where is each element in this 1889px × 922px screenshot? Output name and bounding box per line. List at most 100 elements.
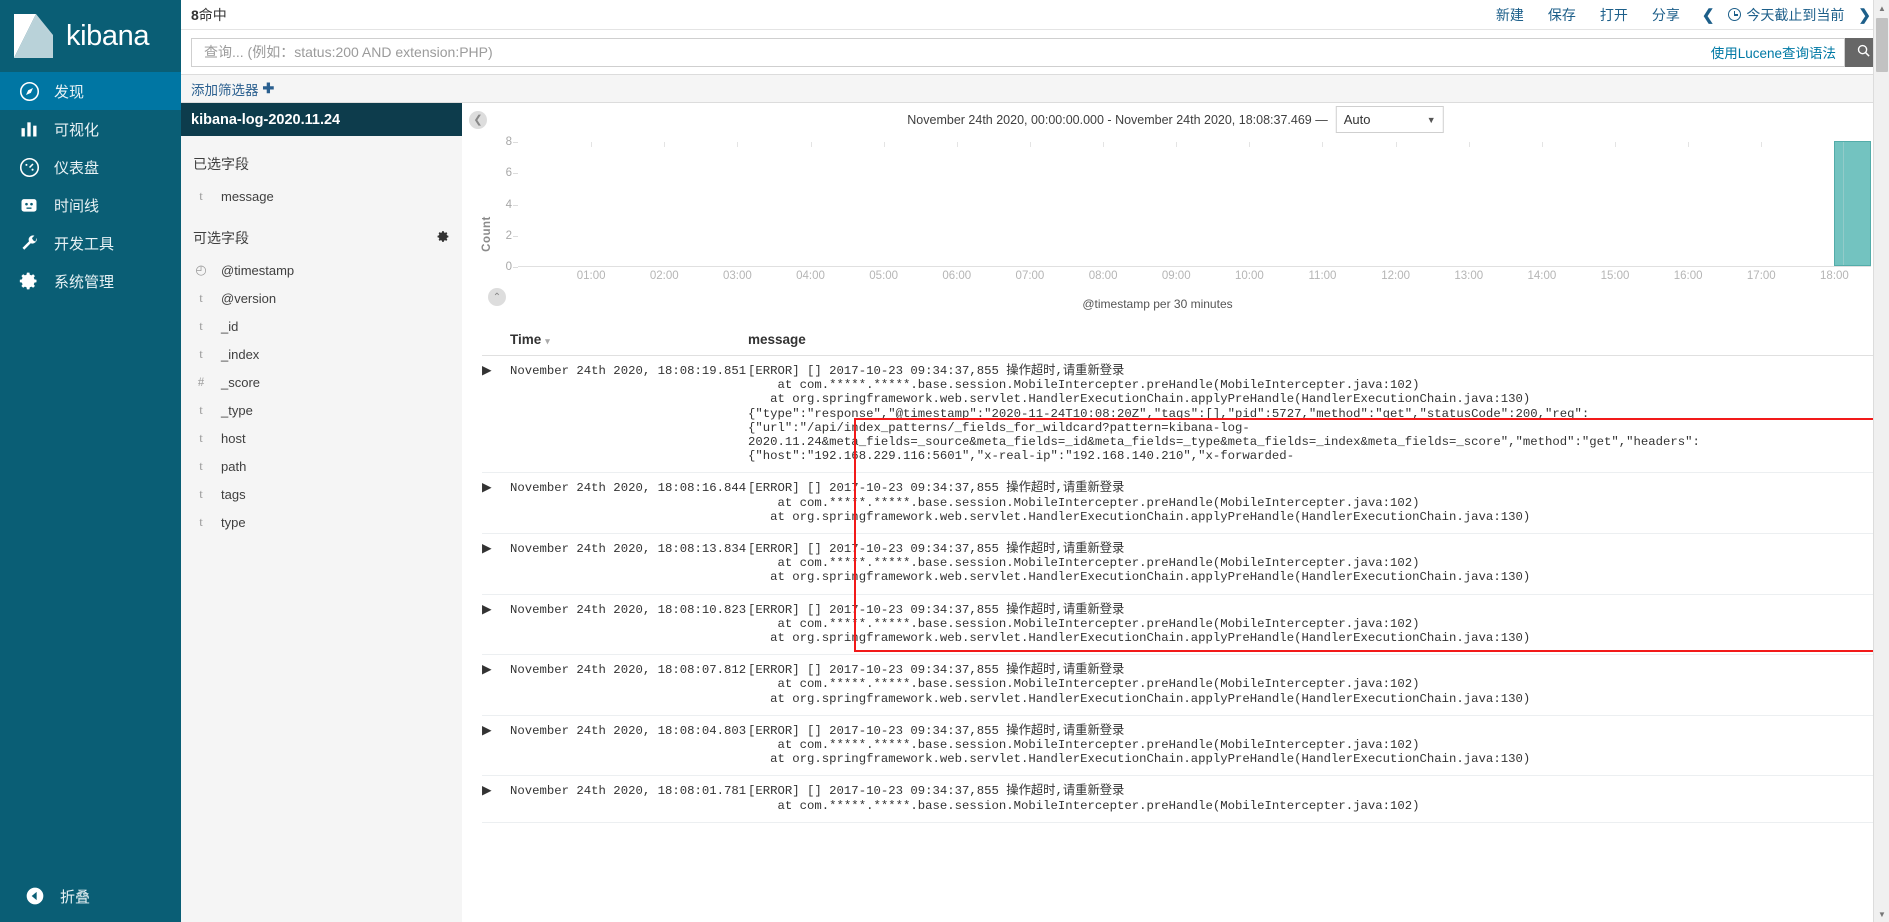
- time-range-label: November 24th 2020, 00:00:00.000 - Novem…: [907, 112, 1328, 127]
- add-filter-button[interactable]: 添加筛选器 ✚: [191, 79, 274, 99]
- field-name: path: [221, 458, 247, 474]
- histogram-chart[interactable]: Count 0 2 4 6 8 01:00 02:00 03:00 04:00 05:00 06:0…: [462, 136, 1889, 326]
- chart-plot[interactable]: 0 2 4 6 8 01:00 02:00 03:00 04:00 05:00 06:00 07:00…: [506, 136, 1871, 282]
- table-row[interactable]: ▶ November 24th 2020, 18:08:13.834 [ERROR]…: [482, 533, 1889, 595]
- x-axis-tickmark: [1029, 142, 1031, 147]
- sidebar-item-devtools[interactable]: 开发工具: [0, 224, 181, 262]
- x-axis-tickmark: [1615, 142, 1617, 147]
- message-line: at com.*****.*****.base.session.MobileIn…: [748, 738, 1420, 753]
- x-axis-tickmark: [1395, 142, 1397, 147]
- chevron-up-icon[interactable]: ⌃: [488, 288, 506, 306]
- field-sidebar: kibana-log-2020.11.24 已选字段 t message 可选字…: [181, 103, 462, 922]
- time-prev-button[interactable]: ❮: [1692, 6, 1725, 24]
- table-header-row: Time ▾ message: [482, 326, 1889, 356]
- x-axis-tick: 14:00: [1527, 270, 1557, 282]
- scrollbar-thumb[interactable]: [1876, 18, 1888, 72]
- chart-time-range: November 24th 2020, 00:00:00.000 - Novem…: [907, 106, 1444, 133]
- x-axis-tickmark: [1468, 142, 1470, 147]
- field-type-icon: t: [199, 346, 203, 361]
- field-item-version[interactable]: t @version: [193, 284, 450, 312]
- table-body: ▶ November 24th 2020, 18:08:19.851 [ERROR]…: [482, 355, 1889, 823]
- cell-message: [ERROR] [] 2017-10-23 09:34:37,855 操作超时,…: [748, 533, 1889, 595]
- sort-caret-icon[interactable]: ▾: [545, 336, 550, 346]
- table-row[interactable]: ▶ November 24th 2020, 18:08:16.844 [ERROR]…: [482, 472, 1889, 535]
- expand-row-button[interactable]: ▶: [482, 654, 510, 716]
- new-button[interactable]: 新建: [1484, 5, 1536, 25]
- chart-bar[interactable]: [1834, 141, 1871, 266]
- sidebar-nav: kibana 发现 可视化 仪表盘 时间线 开发工具 系统管理 折叠: [0, 0, 181, 922]
- field-item-id[interactable]: t _id: [193, 312, 450, 340]
- field-settings-gear-icon[interactable]: [437, 230, 450, 246]
- field-item-host[interactable]: t host: [193, 424, 450, 452]
- interval-select[interactable]: Auto ▼: [1335, 106, 1444, 133]
- table-row[interactable]: ▶ November 24th 2020, 18:08:01.781 [ERROR]…: [482, 775, 1889, 823]
- field-type-icon: t: [199, 514, 203, 529]
- message-line: at org.springframework.web.servlet.Handl…: [748, 752, 1531, 767]
- open-button[interactable]: 打开: [1588, 5, 1640, 25]
- sidebar-item-timeline[interactable]: 时间线: [0, 186, 181, 224]
- field-name: message: [221, 188, 274, 204]
- index-pattern-selector[interactable]: kibana-log-2020.11.24: [181, 103, 462, 136]
- field-item-message[interactable]: t message: [193, 182, 450, 210]
- table-row[interactable]: ▶ November 24th 2020, 18:08:19.851 [ERROR]…: [482, 355, 1889, 474]
- available-fields-title: 可选字段: [193, 210, 450, 256]
- table-row[interactable]: ▶ November 24th 2020, 18:08:04.803 [ERROR]…: [482, 715, 1889, 777]
- expand-row-button[interactable]: ▶: [482, 533, 510, 595]
- search-input[interactable]: [202, 43, 1711, 61]
- chevron-left-icon[interactable]: ❮: [469, 110, 487, 129]
- field-item-type[interactable]: t type: [193, 508, 450, 536]
- field-item-index[interactable]: t _index: [193, 340, 450, 368]
- message-line: [ERROR] [] 2017-10-23 09:34:37,855 操作超时,…: [748, 364, 1125, 378]
- field-name: _type: [221, 402, 253, 418]
- message-column-header[interactable]: message: [748, 326, 1889, 356]
- compass-icon: [18, 80, 40, 102]
- time-picker-button[interactable]: 今天截止到当前: [1724, 5, 1848, 25]
- field-item-path[interactable]: t path: [193, 452, 450, 480]
- time-column-header[interactable]: Time ▾: [510, 326, 748, 356]
- sidebar-item-discover[interactable]: 发现: [0, 72, 181, 110]
- x-axis-tick: 13:00: [1454, 270, 1484, 282]
- cell-time: November 24th 2020, 18:08:19.851: [510, 355, 748, 474]
- documents-table-wrap: Time ▾ message ▶ November 24th 2020, 18:08…: [462, 326, 1889, 922]
- x-axis-tick: 04:00: [796, 270, 825, 282]
- top-bar: 8命中 新建 保存 打开 分享 ❮ 今天截止到当前 ❯: [181, 0, 1889, 30]
- sidebar-item-visualize[interactable]: 可视化: [0, 110, 181, 148]
- selected-fields-title: 已选字段: [193, 136, 450, 182]
- page-scrollbar[interactable]: ▲ ▼: [1873, 0, 1889, 922]
- x-axis-tick: 05:00: [869, 270, 899, 282]
- expand-row-button[interactable]: ▶: [482, 775, 510, 823]
- expand-row-button[interactable]: ▶: [482, 715, 510, 777]
- query-bar[interactable]: 使用Lucene查询语法: [191, 37, 1845, 67]
- field-item-tags[interactable]: t tags: [193, 480, 450, 508]
- scroll-up-button[interactable]: ▲: [1874, 0, 1889, 16]
- share-button[interactable]: 分享: [1640, 5, 1692, 25]
- plus-icon: ✚: [262, 80, 275, 96]
- expand-row-button[interactable]: ▶: [482, 472, 510, 535]
- y-axis-tick: 8: [505, 136, 512, 148]
- y-axis-tickmark: [513, 235, 518, 237]
- expand-row-button[interactable]: ▶: [482, 355, 510, 474]
- expand-row-button[interactable]: ▶: [482, 594, 510, 656]
- scroll-down-button[interactable]: ▼: [1874, 906, 1889, 922]
- kibana-logo[interactable]: kibana: [0, 0, 181, 72]
- lucene-syntax-link[interactable]: 使用Lucene查询语法: [1711, 42, 1840, 62]
- field-item-type-underscore[interactable]: t _type: [193, 396, 450, 424]
- sidebar-item-management[interactable]: 系统管理: [0, 262, 181, 300]
- save-button[interactable]: 保存: [1536, 5, 1588, 25]
- sidebar-item-dashboard[interactable]: 仪表盘: [0, 148, 181, 186]
- field-name: tags: [221, 486, 246, 502]
- x-axis-tickmark: [1688, 142, 1690, 147]
- field-item-timestamp[interactable]: ◴ @timestamp: [193, 256, 450, 284]
- y-axis-tick: 0: [505, 261, 512, 273]
- field-item-score[interactable]: # _score: [193, 368, 450, 396]
- collapse-nav-button[interactable]: 折叠: [0, 870, 181, 922]
- search-icon: [1856, 43, 1871, 61]
- cell-message: [ERROR] [] 2017-10-23 09:34:37,855 操作超时,…: [748, 355, 1889, 474]
- table-row[interactable]: ▶ November 24th 2020, 18:08:10.823 [ERROR]…: [482, 594, 1889, 656]
- time-column-label: Time: [510, 332, 542, 347]
- dashboard-icon: [18, 156, 40, 178]
- table-row[interactable]: ▶ November 24th 2020, 18:08:07.812 [ERROR]…: [482, 654, 1889, 716]
- y-axis-tick: 4: [505, 198, 512, 211]
- field-type-icon: t: [199, 290, 203, 305]
- x-axis-tick: 02:00: [649, 270, 679, 282]
